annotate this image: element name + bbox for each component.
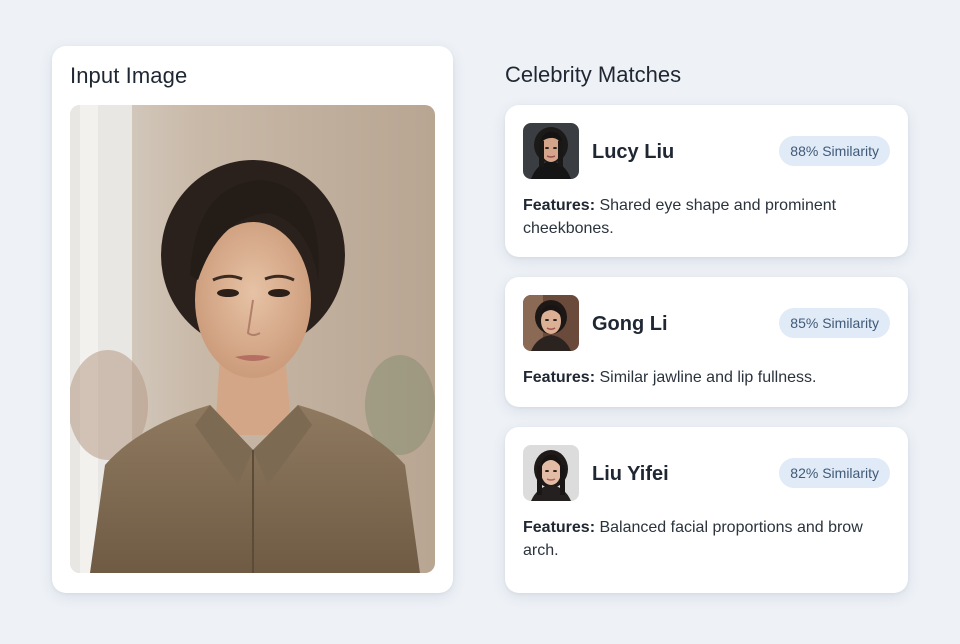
- match-card-liu-yifei[interactable]: Liu Yifei 82% Similarity Features: Balan…: [505, 427, 908, 593]
- input-photo[interactable]: [70, 105, 435, 573]
- avatar: [523, 295, 579, 351]
- features-text: Features: Balanced facial proportions an…: [523, 516, 868, 562]
- celebrity-matches-title: Celebrity Matches: [505, 62, 682, 87]
- celebrity-photo: [523, 123, 579, 179]
- input-image-title: Input Image: [70, 63, 188, 88]
- similarity-badge: 88% Similarity: [779, 136, 890, 166]
- avatar: [523, 445, 579, 501]
- features-label: Features:: [523, 519, 596, 536]
- features-label: Features:: [523, 197, 596, 214]
- similarity-badge: 82% Similarity: [779, 458, 890, 488]
- features-text: Features: Shared eye shape and prominent…: [523, 194, 868, 240]
- match-name: Lucy Liu: [592, 141, 675, 163]
- match-card-gong-li[interactable]: Gong Li 85% Similarity Features: Similar…: [505, 277, 908, 407]
- avatar: [523, 123, 579, 179]
- match-name: Gong Li: [592, 313, 668, 335]
- features-description: Similar jawline and lip fullness.: [599, 369, 817, 386]
- celebrity-photo: [523, 445, 579, 501]
- features-text: Features: Similar jawline and lip fullne…: [523, 366, 868, 389]
- match-name: Liu Yifei: [592, 463, 669, 485]
- celebrity-photo: [523, 295, 579, 351]
- input-image-card: Input Image: [52, 46, 453, 593]
- similarity-badge: 85% Similarity: [779, 308, 890, 338]
- features-label: Features:: [523, 369, 596, 386]
- app-root: Input Image Celebrity Matches Lucy Liu 8…: [0, 0, 960, 644]
- match-card-lucy-liu[interactable]: Lucy Liu 88% Similarity Features: Shared…: [505, 105, 908, 257]
- portrait-image: [70, 105, 435, 573]
